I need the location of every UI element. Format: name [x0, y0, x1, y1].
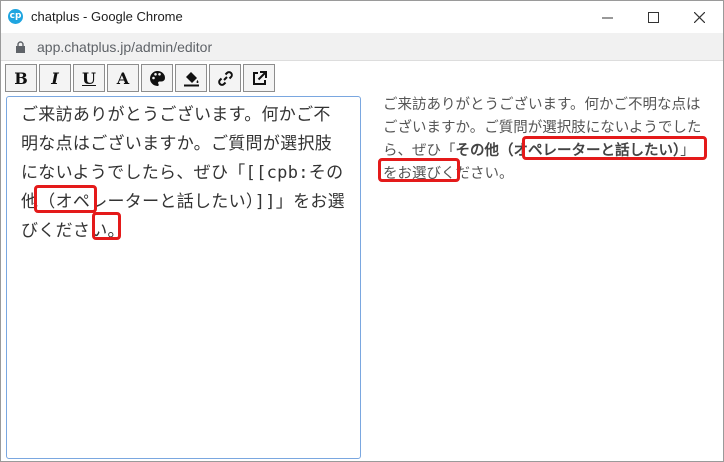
background-color-button[interactable] — [141, 64, 173, 92]
insert-link-button[interactable] — [209, 64, 241, 92]
window-title: chatplus - Google Chrome — [31, 9, 183, 24]
maximize-icon — [647, 11, 659, 23]
link-icon — [217, 70, 233, 86]
chatplus-app-icon: cp — [8, 9, 23, 24]
open-external-button[interactable] — [243, 64, 275, 92]
external-link-icon — [252, 70, 267, 85]
font-color-button[interactable]: A — [107, 64, 139, 92]
close-icon — [693, 11, 705, 23]
highlight-cpb-close-tag — [92, 212, 121, 240]
fill-color-button[interactable] — [175, 64, 207, 92]
italic-button[interactable]: I — [39, 64, 71, 92]
title-bar: cp chatplus - Google Chrome — [1, 1, 723, 33]
fill-bucket-icon — [183, 71, 199, 86]
palette-icon — [149, 70, 165, 86]
minimize-button[interactable] — [584, 1, 630, 33]
editor-content[interactable]: ご来訪ありがとうございます。何かご不明な点はございますか。ご質問が選択肢にないよ… — [21, 101, 346, 246]
bold-button[interactable]: B — [5, 64, 37, 92]
lock-icon — [16, 41, 25, 53]
highlight-preview-choice-line2 — [378, 158, 460, 182]
message-editor[interactable]: ご来訪ありがとうございます。何かご不明な点はございますか。ご質問が選択肢にないよ… — [6, 96, 361, 459]
highlight-preview-choice-line1 — [522, 136, 707, 160]
browser-window: cp chatplus - Google Chrome app.chatplus… — [0, 0, 724, 462]
minimize-icon — [601, 17, 613, 18]
close-button[interactable] — [676, 1, 722, 33]
editor-toolbar: B I U A — [5, 64, 277, 92]
underline-button[interactable]: U — [73, 64, 105, 92]
maximize-button[interactable] — [630, 1, 676, 33]
highlight-cpb-open-tag — [34, 185, 97, 213]
url-text[interactable]: app.chatplus.jp/admin/editor — [37, 39, 212, 55]
address-bar[interactable]: app.chatplus.jp/admin/editor — [1, 33, 723, 61]
